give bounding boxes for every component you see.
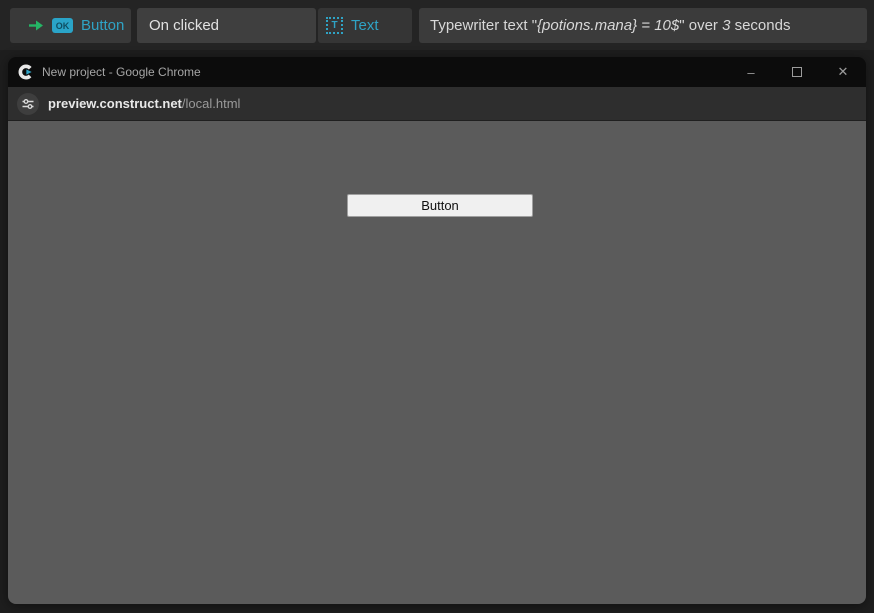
titlebar[interactable]: New project - Google Chrome – ✕ [8,57,866,87]
url-display[interactable]: preview.construct.net/local.html [48,96,240,111]
event-action-text[interactable]: Typewriter text "{potions.mana} = 10$" o… [419,8,867,43]
addressbar: preview.construct.net/local.html [8,87,866,121]
event-action-object[interactable]: T Text [318,8,412,43]
site-settings-button[interactable] [17,93,39,115]
window-controls: – ✕ [728,57,866,87]
minimize-button[interactable]: – [728,57,774,87]
maximize-icon [792,67,802,77]
close-button[interactable]: ✕ [820,57,866,87]
button-object-icon: OK [52,18,73,33]
action-label: Typewriter text "{potions.mana} = 10$" o… [430,17,790,34]
event-sheet-row: OK Button On clicked T Text Typewriter t… [0,0,874,50]
action-object-name: Text [351,17,379,34]
action-string-param: {potions.mana} = 10$ [537,17,679,34]
event-condition-object[interactable]: OK Button [10,8,131,43]
tune-icon [22,98,34,110]
window-title: New project - Google Chrome [42,65,728,79]
page-button[interactable]: Button [347,194,533,217]
url-path: /local.html [182,96,241,111]
browser-window: New project - Google Chrome – ✕ preview.… [8,57,866,604]
page-content: Button [8,121,866,604]
construct-logo-icon [18,64,34,80]
maximize-button[interactable] [774,57,820,87]
condition-label: On clicked [149,17,219,34]
text-object-icon: T [326,17,343,34]
condition-object-name: Button [81,17,124,34]
url-domain: preview.construct.net [48,96,182,111]
event-condition-text[interactable]: On clicked [137,8,316,43]
arrow-right-icon [28,19,44,32]
